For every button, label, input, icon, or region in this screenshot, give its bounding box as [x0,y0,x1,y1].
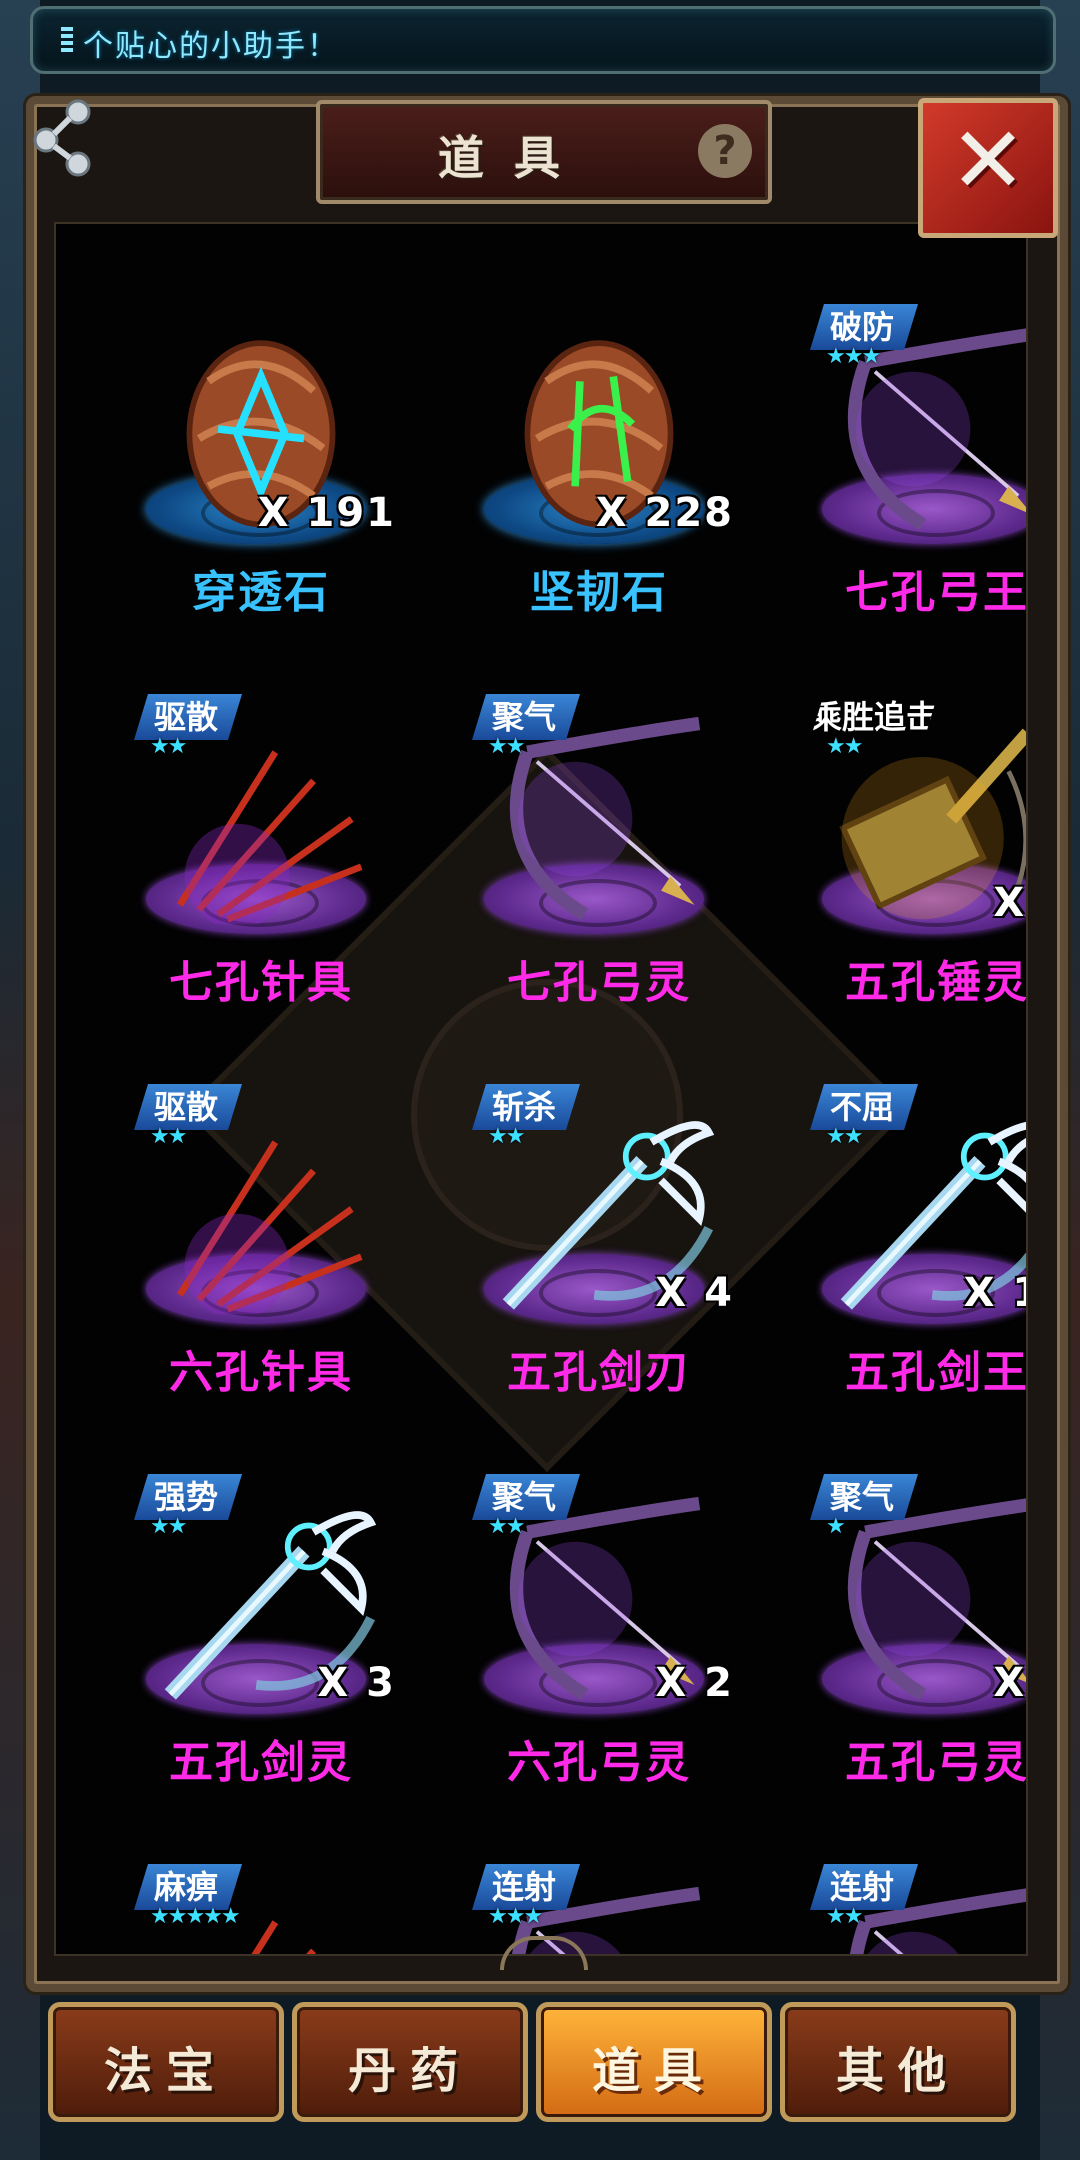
item-name: 穿透石 [192,567,330,618]
item-quantity: X 3 [317,1660,396,1706]
item-slot[interactable]: 聚气 ★★ 七孔弓灵 [434,694,764,1064]
item-name: 五孔弓灵 [845,1737,1028,1788]
star-rating: ★★ [488,1514,525,1539]
close-button[interactable]: ✕ [918,98,1058,238]
item-quantity: X 10 [963,1270,1026,1316]
item-name: 五孔锤灵 [845,957,1028,1008]
item-name: 七孔针具 [169,957,353,1008]
item-slot[interactable]: 乘胜追击★★X 9五孔锤灵 [772,694,1028,1064]
tab-label: 其他 [835,2043,960,2099]
item-name: 六孔弓灵 [507,1737,691,1788]
tab-other[interactable]: 其他 [780,2002,1016,2122]
item-slot[interactable]: 驱散 ★★ 七孔针具 [96,694,426,1064]
close-icon: ✕ [949,107,1027,214]
page-title: 道具 [438,131,590,185]
tab-label: 丹药 [347,2043,472,2099]
ticker-text: 个贴心的小助手！ [83,29,339,64]
item-slot[interactable]: 聚气 ★★ X 2 六孔弓灵 [434,1474,764,1844]
help-icon[interactable]: ? [698,124,752,178]
item-slot[interactable]: 聚气★X 5五孔弓灵 [772,1474,1028,1844]
star-rating: ★★ [826,1124,863,1149]
item-quantity: X 191 [257,490,396,536]
share-icon[interactable] [30,98,96,178]
item-quantity: X 5 [993,1660,1027,1706]
star-rating: ★★ [488,734,525,759]
item-name: 五孔剑刃 [507,1347,691,1398]
item-slot[interactable]: X 228 坚韧石 [434,304,764,674]
ticker-icon [61,27,73,53]
item-quantity: X 2 [655,1660,734,1706]
item-slot[interactable]: 驱散 ★★ 六孔针具 [96,1084,426,1454]
tab-medicine[interactable]: 丹药 [292,2002,528,2122]
item-name: 七孔弓王 [845,567,1028,618]
item-name: 五孔剑王 [845,1347,1028,1398]
item-name: 坚韧石 [530,567,668,618]
tab-treasure[interactable]: 法宝 [48,2002,284,2122]
notice-ticker: 个贴心的小助手！ [30,6,1056,74]
title-plate: 道具 ? [316,100,772,204]
star-rating: ★ [826,1514,846,1539]
item-name: 六孔针具 [169,1347,353,1398]
item-slot[interactable]: 连射 ★★ [772,1864,1026,1954]
item-grid-area: X 191 穿透石 X 228 坚韧石 破防 ★★★ 七孔弓王 驱散 ★★ 七孔针具 聚气 ★★ 七孔弓… [54,222,1028,1956]
star-rating: ★★ [826,734,863,759]
star-rating: ★★★ [488,1904,543,1929]
star-rating: ★★ [150,1124,187,1149]
tab-items[interactable]: 道具 [536,2002,772,2122]
star-rating: ★★ [150,734,187,759]
item-name: 五孔剑灵 [169,1737,353,1788]
star-rating: ★★ [488,1124,525,1149]
star-rating: ★★ [150,1514,187,1539]
item-slot[interactable]: 破防 ★★★ 七孔弓王 [772,304,1028,674]
item-slot[interactable]: 斩杀 ★★ X 4 五孔剑刃 [434,1084,764,1454]
tab-label: 法宝 [103,2043,228,2099]
item-quantity: X 228 [595,490,734,536]
item-quantity: X 9 [993,880,1027,926]
inventory-panel: X 191 穿透石 X 228 坚韧石 破防 ★★★ 七孔弓王 驱散 ★★ 七孔针具 聚气 ★★ 七孔弓… [26,96,1068,1992]
item-slot[interactable]: X 191 穿透石 [96,304,426,674]
item-slot[interactable]: 强势 ★★ X 3 五孔剑灵 [96,1474,426,1844]
star-rating: ★★★★★ [150,1904,241,1929]
star-rating: ★★ [826,1904,863,1929]
item-quantity: X 4 [655,1270,734,1316]
item-slot[interactable]: 连射 ★★★ [434,1864,764,1954]
item-slot[interactable]: 麻痹 ★★★★★ [96,1864,426,1954]
item-slot[interactable]: 不屈★★X 10五孔剑王 [772,1084,1028,1454]
item-name: 七孔弓灵 [507,957,691,1008]
tab-label: 道具 [591,2043,716,2099]
star-rating: ★★★ [826,344,881,369]
